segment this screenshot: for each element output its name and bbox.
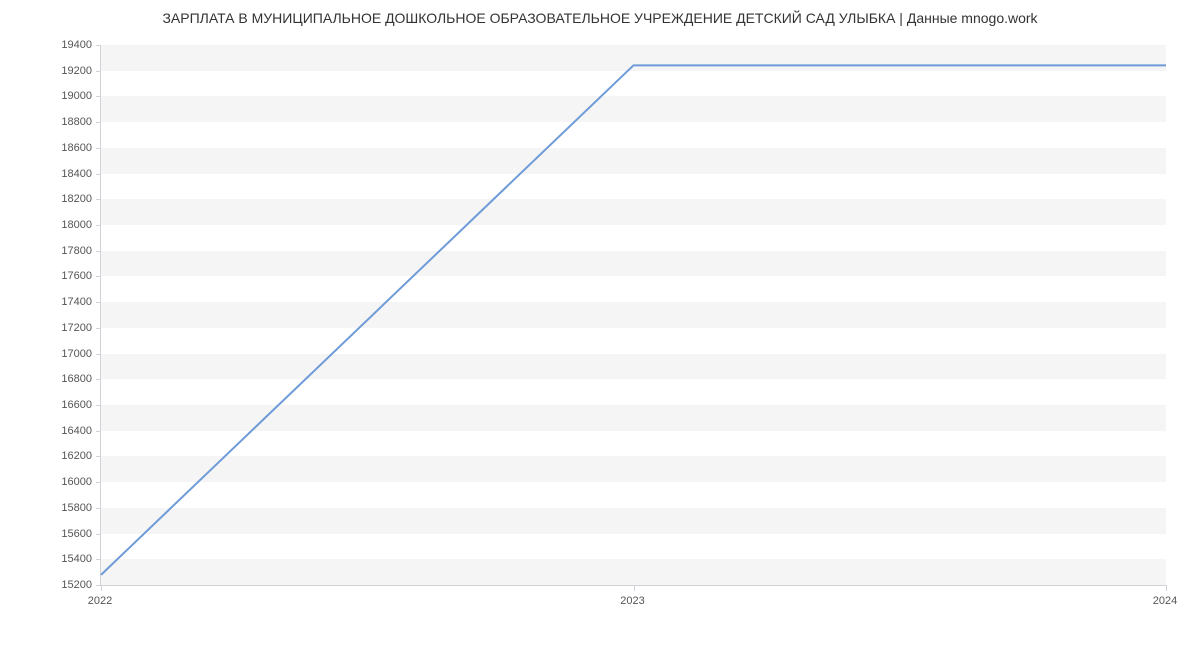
y-tick-label: 18800 [42,116,92,128]
y-tick-label: 16400 [42,425,92,437]
y-tick-label: 17000 [42,348,92,360]
y-tick-mark [96,559,101,560]
y-tick-label: 16200 [42,450,92,462]
y-tick-mark [96,276,101,277]
y-tick-label: 18600 [42,142,92,154]
y-tick-mark [96,174,101,175]
y-tick-mark [96,302,101,303]
y-tick-label: 18000 [42,219,92,231]
y-tick-mark [96,354,101,355]
x-tick-mark [1166,585,1167,591]
y-tick-mark [96,405,101,406]
y-tick-mark [96,148,101,149]
y-tick-mark [96,71,101,72]
y-tick-mark [96,225,101,226]
y-tick-label: 17400 [42,296,92,308]
y-tick-label: 15400 [42,553,92,565]
series-line [101,65,1166,575]
y-tick-mark [96,534,101,535]
x-tick-mark [101,585,102,591]
y-tick-mark [96,199,101,200]
x-tick-label: 2023 [620,595,644,607]
y-tick-mark [96,456,101,457]
y-tick-label: 15600 [42,528,92,540]
y-tick-mark [96,431,101,432]
y-tick-mark [96,122,101,123]
y-tick-mark [96,45,101,46]
x-tick-label: 2024 [1153,595,1177,607]
y-tick-mark [96,251,101,252]
y-tick-mark [96,482,101,483]
y-tick-mark [96,96,101,97]
x-tick-label: 2022 [88,595,112,607]
y-tick-label: 17200 [42,322,92,334]
y-tick-label: 18200 [42,193,92,205]
data-line [101,45,1166,585]
y-tick-label: 18400 [42,168,92,180]
y-tick-label: 17600 [42,270,92,282]
y-tick-mark [96,508,101,509]
chart-title: ЗАРПЛАТА В МУНИЦИПАЛЬНОЕ ДОШКОЛЬНОЕ ОБРА… [0,10,1200,26]
x-tick-mark [634,585,635,591]
y-tick-label: 19400 [42,39,92,51]
y-tick-label: 16800 [42,373,92,385]
y-tick-mark [96,379,101,380]
y-tick-label: 15200 [42,579,92,591]
y-tick-label: 15800 [42,502,92,514]
plot-area [100,45,1166,586]
chart-container: ЗАРПЛАТА В МУНИЦИПАЛЬНОЕ ДОШКОЛЬНОЕ ОБРА… [0,0,1200,650]
y-tick-label: 17800 [42,245,92,257]
y-tick-mark [96,328,101,329]
y-tick-label: 16600 [42,399,92,411]
y-tick-label: 19200 [42,65,92,77]
y-tick-label: 19000 [42,90,92,102]
y-tick-label: 16000 [42,476,92,488]
